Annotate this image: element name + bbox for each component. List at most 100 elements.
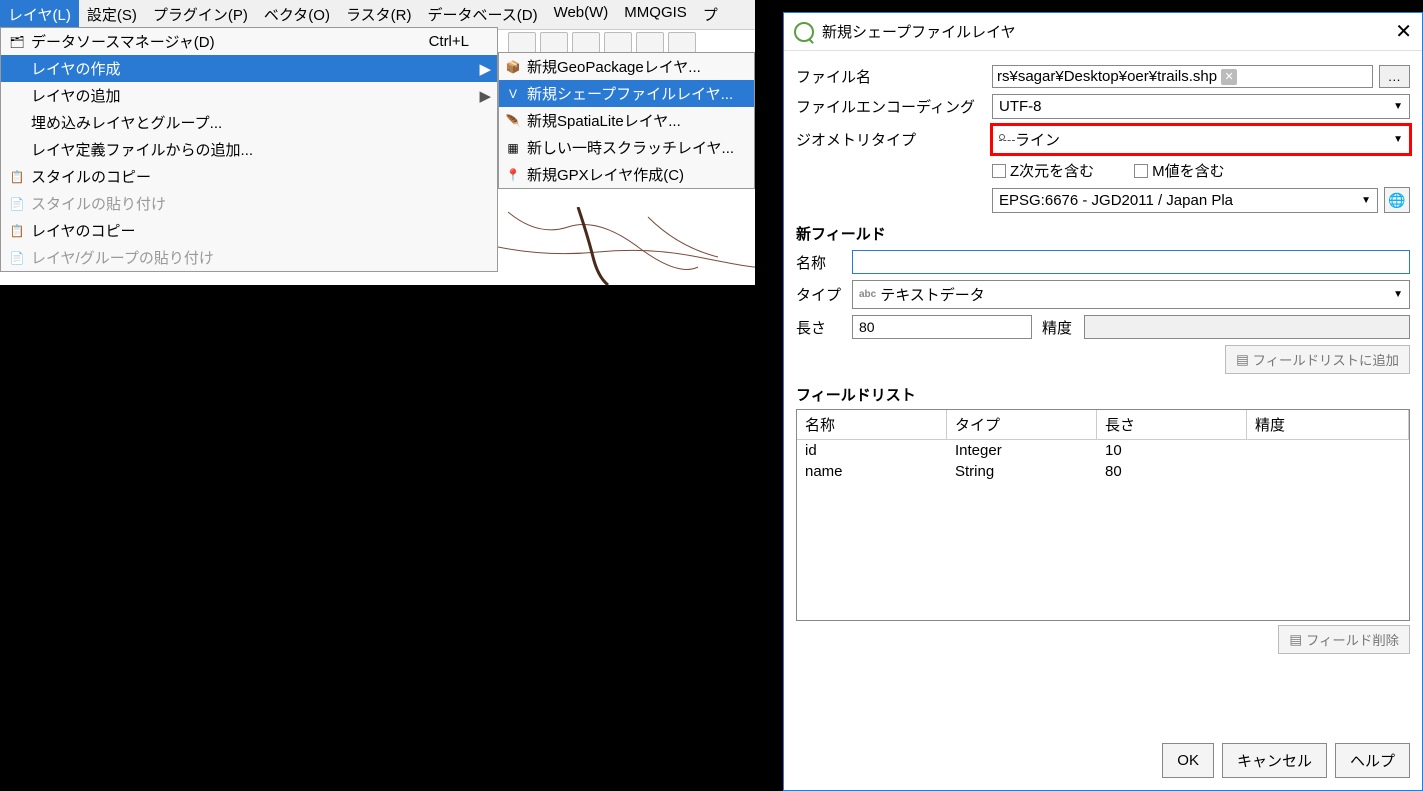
remove-field-button[interactable]: ▤ フィールド削除 <box>1278 625 1410 654</box>
layer-menu-dropdown: 🗂 データソースマネージャ(D) Ctrl+L レイヤの作成 ▶ レイヤの追加 … <box>0 27 498 272</box>
abc-icon: abc <box>859 289 876 300</box>
menu-plugins[interactable]: プラグイン(P) <box>145 0 256 29</box>
paste-icon: 📄 <box>9 250 25 266</box>
caret-down-icon: ▼ <box>1393 134 1403 145</box>
menu-processing-frag[interactable]: プ <box>695 0 726 29</box>
submenu-label: 新規GeoPackageレイヤ... <box>527 56 701 77</box>
caret-down-icon: ▼ <box>1393 101 1403 112</box>
z-dim-label: Z次元を含む <box>1010 160 1094 181</box>
geopackage-icon: 📦 <box>505 59 521 75</box>
crs-value: EPSG:6676 - JGD2011 / Japan Pla <box>999 192 1233 209</box>
submenu-label: 新規シェープファイルレイヤ... <box>527 83 733 104</box>
crs-combo[interactable]: EPSG:6676 - JGD2011 / Japan Pla ▼ <box>992 188 1378 213</box>
dialog-titlebar: 新規シェープファイルレイヤ ✕ <box>784 13 1422 51</box>
close-icon[interactable]: ✕ <box>1395 19 1412 44</box>
submenu-scratch[interactable]: ▦ 新しい一時スクラッチレイヤ... <box>499 134 754 161</box>
cell-precision <box>1247 461 1409 482</box>
menu-create-layer[interactable]: レイヤの作成 ▶ <box>1 55 497 82</box>
new-shapefile-dialog: 新規シェープファイルレイヤ ✕ ファイル名 rs¥sagar¥Desktop¥o… <box>783 12 1423 791</box>
datasource-icon: 🗂 <box>9 34 25 50</box>
table-body[interactable]: id Integer 10 name String 80 <box>797 440 1409 620</box>
dialog-body: ファイル名 rs¥sagar¥Desktop¥oer¥trails.shp ✕ … <box>784 51 1422 662</box>
col-precision-header[interactable]: 精度 <box>1247 410 1409 439</box>
field-precision-label: 精度 <box>1038 317 1078 338</box>
clear-icon[interactable]: ✕ <box>1221 69 1237 85</box>
geometry-value: ライン <box>1015 129 1060 150</box>
table-row[interactable]: id Integer 10 <box>797 440 1409 461</box>
menu-settings[interactable]: 設定(S) <box>79 0 145 29</box>
submenu-arrow-icon: ▶ <box>479 60 491 78</box>
field-name-input[interactable] <box>852 250 1410 274</box>
submenu-label: 新規GPXレイヤ作成(C) <box>527 164 684 185</box>
cancel-button[interactable]: キャンセル <box>1222 743 1327 778</box>
menu-database[interactable]: データベース(D) <box>419 0 545 29</box>
field-type-value: テキストデータ <box>880 284 985 305</box>
menu-web[interactable]: Web(W) <box>546 0 617 29</box>
copy-icon: 📋 <box>9 223 25 239</box>
menu-copy-style[interactable]: 📋 スタイルのコピー <box>1 163 497 190</box>
menu-copy-layer[interactable]: 📋 レイヤのコピー <box>1 217 497 244</box>
list-add-icon: ▤ <box>1236 352 1249 368</box>
toolbar-btn[interactable] <box>636 32 664 54</box>
menu-vector[interactable]: ベクタ(O) <box>256 0 338 29</box>
menu-raster[interactable]: ラスタ(R) <box>338 0 420 29</box>
checkbox-icon <box>1134 164 1148 178</box>
menu-datasource-manager[interactable]: 🗂 データソースマネージャ(D) Ctrl+L <box>1 28 497 55</box>
toolbar-btn[interactable] <box>668 32 696 54</box>
field-list-table: 名称 タイプ 長さ 精度 id Integer 10 name String 8… <box>796 409 1410 621</box>
create-layer-submenu: 📦 新規GeoPackageレイヤ... V 新規シェープファイルレイヤ... … <box>498 52 755 189</box>
submenu-spatialite[interactable]: 🪶 新規SpatiaLiteレイヤ... <box>499 107 754 134</box>
z-dim-checkbox[interactable]: Z次元を含む <box>992 160 1094 181</box>
spatialite-icon: 🪶 <box>505 113 521 129</box>
submenu-arrow-icon: ▶ <box>479 87 491 105</box>
field-length-input[interactable] <box>852 315 1032 339</box>
table-row[interactable]: name String 80 <box>797 461 1409 482</box>
new-field-heading: 新フィールド <box>796 223 1410 244</box>
submenu-gpx[interactable]: 📍 新規GPXレイヤ作成(C) <box>499 161 754 188</box>
field-precision-input <box>1084 315 1410 339</box>
filename-value: rs¥sagar¥Desktop¥oer¥trails.shp <box>997 68 1217 85</box>
shapefile-icon: V <box>505 86 521 102</box>
submenu-shapefile[interactable]: V 新規シェープファイルレイヤ... <box>499 80 754 107</box>
cell-type: String <box>947 461 1097 482</box>
qgis-icon <box>794 22 814 42</box>
col-type-header[interactable]: タイプ <box>947 410 1097 439</box>
add-to-fieldlist-button[interactable]: ▤ フィールドリストに追加 <box>1225 345 1410 374</box>
filename-label: ファイル名 <box>796 66 986 87</box>
menu-add-layer[interactable]: レイヤの追加 ▶ <box>1 82 497 109</box>
encoding-combo[interactable]: UTF-8 ▼ <box>992 94 1410 119</box>
copy-icon: 📋 <box>9 169 25 185</box>
menu-label: レイヤのコピー <box>31 220 136 241</box>
toolbar-btn[interactable] <box>540 32 568 54</box>
toolbar-btn[interactable] <box>572 32 600 54</box>
menu-embed-layers[interactable]: 埋め込みレイヤとグループ... <box>1 109 497 136</box>
filename-input-wrap[interactable]: rs¥sagar¥Desktop¥oer¥trails.shp ✕ <box>992 65 1373 88</box>
menu-label: 埋め込みレイヤとグループ... <box>31 112 222 133</box>
submenu-label: 新規SpatiaLiteレイヤ... <box>527 110 681 131</box>
menu-paste-layer: 📄 レイヤ/グループの貼り付け <box>1 244 497 271</box>
field-type-combo[interactable]: abc テキストデータ ▼ <box>852 280 1410 309</box>
toolbar-btn[interactable] <box>508 32 536 54</box>
menu-label: スタイルのコピー <box>31 166 151 187</box>
list-remove-icon: ▤ <box>1289 632 1302 648</box>
dialog-title: 新規シェープファイルレイヤ <box>822 21 1016 42</box>
browse-button[interactable]: … <box>1379 65 1410 88</box>
crs-selector-button[interactable]: 🌐 <box>1384 187 1410 213</box>
help-button[interactable]: ヘルプ <box>1335 743 1410 778</box>
toolbar-btn[interactable] <box>604 32 632 54</box>
ok-button[interactable]: OK <box>1162 743 1214 778</box>
menu-mmqgis[interactable]: MMQGIS <box>616 0 695 29</box>
menu-label: レイヤの追加 <box>31 85 121 106</box>
menu-add-from-def[interactable]: レイヤ定義ファイルからの追加... <box>1 136 497 163</box>
line-geometry-icon <box>999 134 1015 146</box>
gpx-icon: 📍 <box>505 167 521 183</box>
col-name-header[interactable]: 名称 <box>797 410 947 439</box>
cell-name: name <box>797 461 947 482</box>
m-value-checkbox[interactable]: M値を含む <box>1134 160 1225 181</box>
submenu-geopackage[interactable]: 📦 新規GeoPackageレイヤ... <box>499 53 754 80</box>
encoding-value: UTF-8 <box>999 98 1042 115</box>
menu-layer[interactable]: レイヤ(L) <box>0 0 79 29</box>
scratch-icon: ▦ <box>505 140 521 156</box>
geometry-type-combo[interactable]: ライン ▼ <box>992 125 1410 154</box>
col-length-header[interactable]: 長さ <box>1097 410 1247 439</box>
